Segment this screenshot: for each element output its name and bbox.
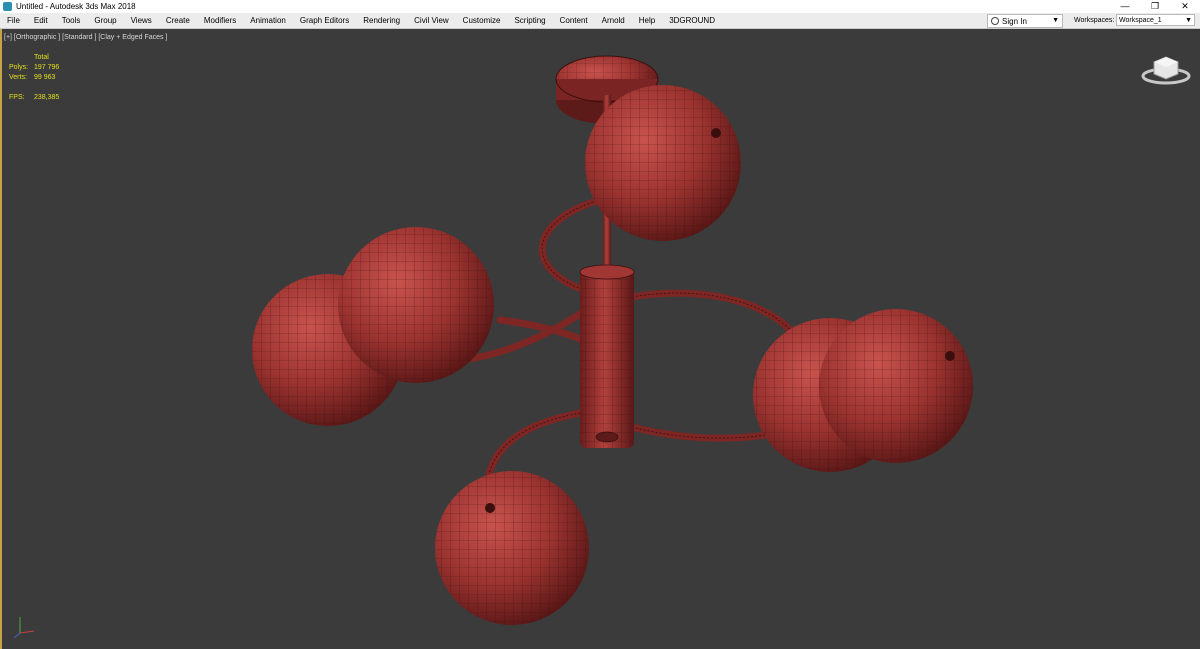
fps-label: FPS: xyxy=(9,94,25,101)
fps-value: 238,385 xyxy=(34,94,60,101)
globe-right-front xyxy=(819,309,973,463)
globe-bottom xyxy=(435,471,589,625)
viewport-label[interactable]: [+] [Orthographic ] [Standard ] [Clay + … xyxy=(4,34,167,41)
globe-top xyxy=(585,85,741,241)
polys-value: 197 796 xyxy=(34,64,60,71)
axis-gizmo-icon xyxy=(13,617,35,639)
verts-value: 99 963 xyxy=(34,74,56,81)
viewcube-icon[interactable] xyxy=(1140,52,1192,86)
center-column xyxy=(579,264,635,448)
chandelier-model[interactable] xyxy=(0,0,1200,649)
polys-label: Polys: xyxy=(9,64,29,71)
stats-header: Total xyxy=(34,54,49,61)
viewport-statistics: Total Polys: 197 796 Verts: 99 963 FPS: 238… xyxy=(9,53,59,103)
verts-label: Verts: xyxy=(9,74,27,81)
globe-left-front xyxy=(338,227,494,383)
